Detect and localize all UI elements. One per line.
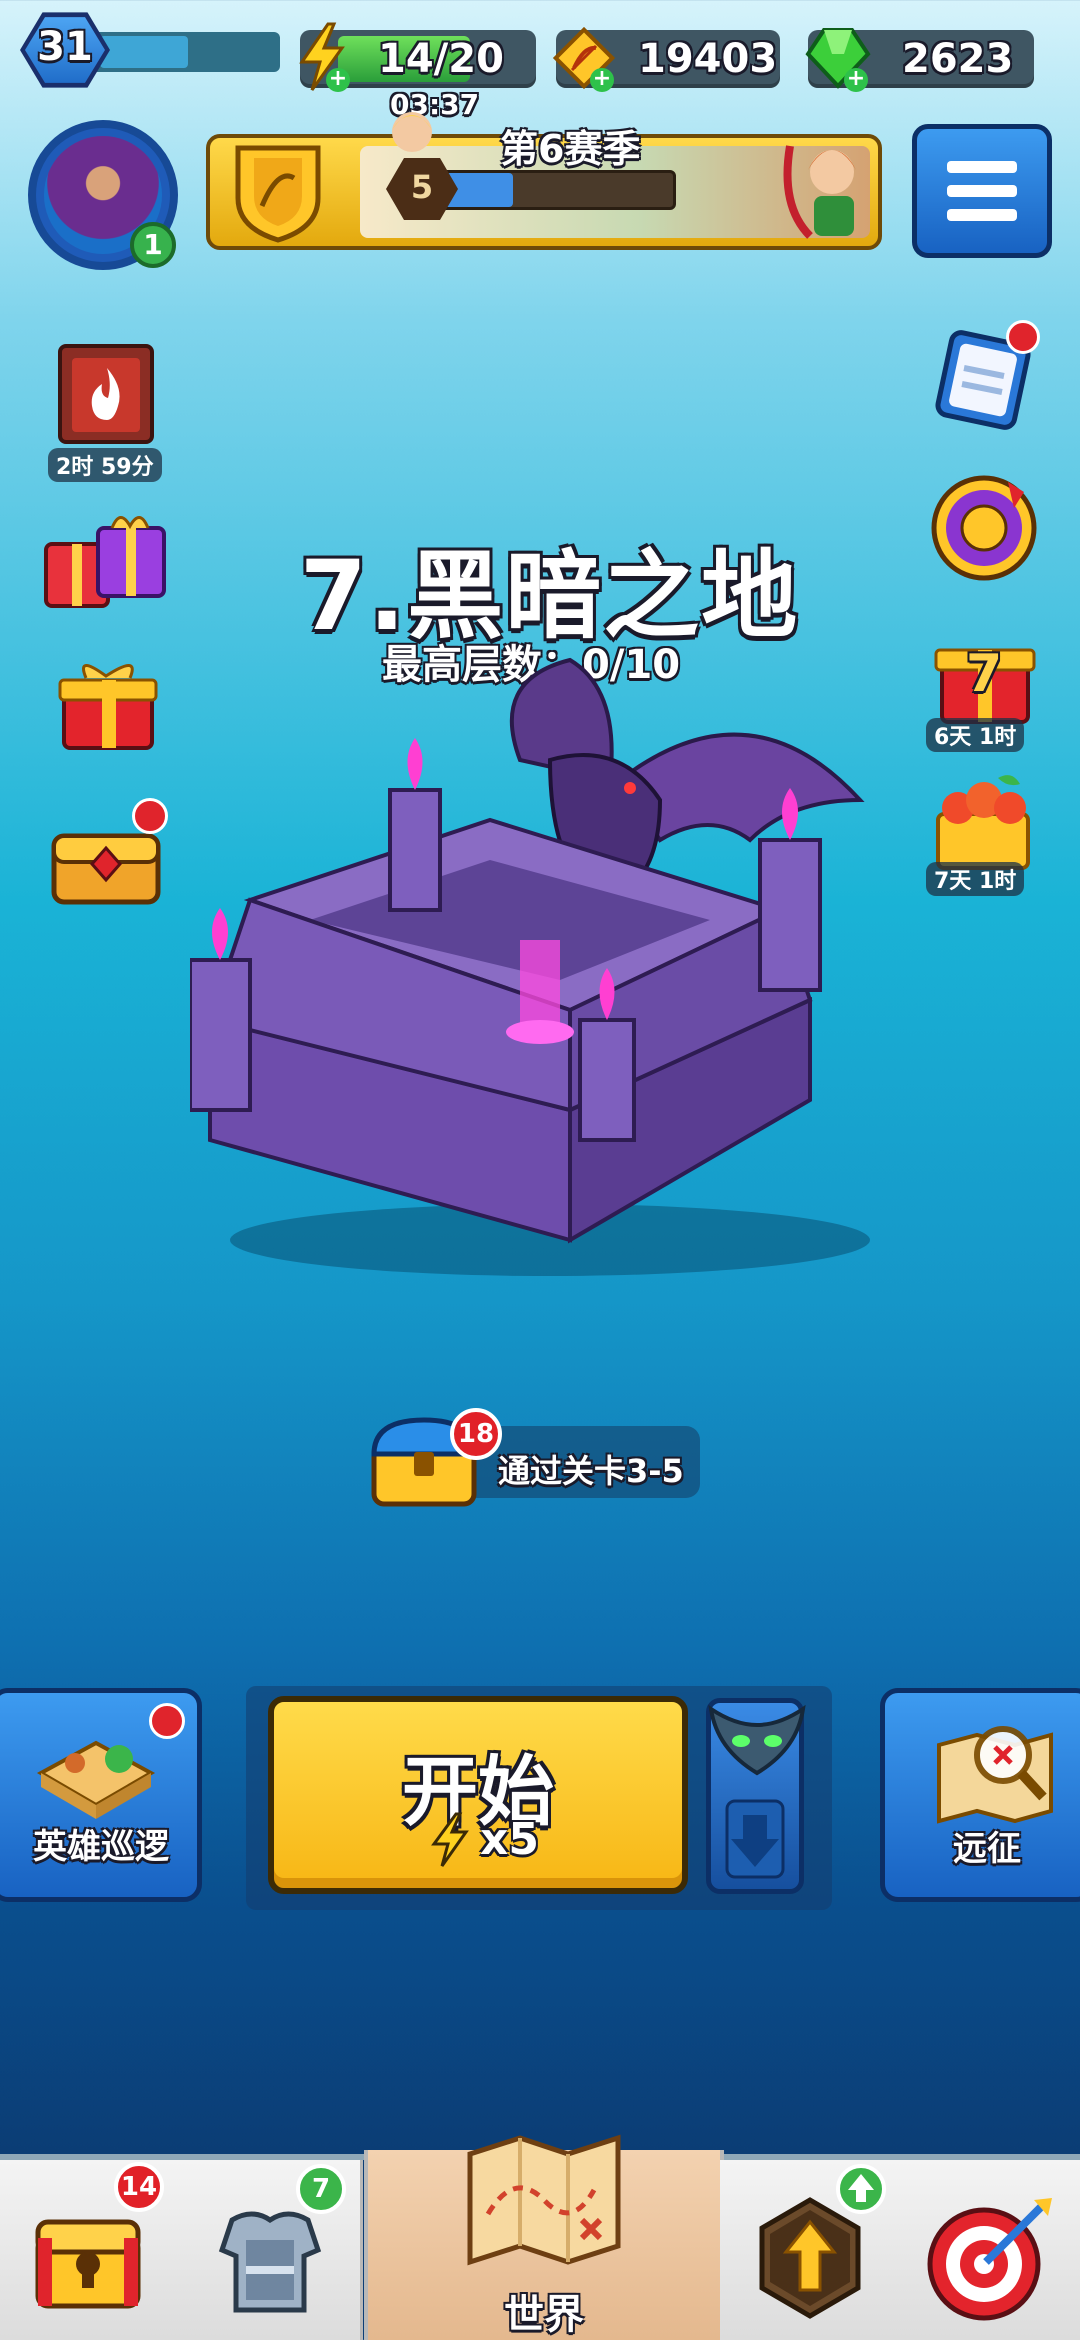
shop-badge: 14 bbox=[114, 2162, 164, 2212]
gold-add-icon[interactable]: + bbox=[590, 68, 614, 92]
tab-shop[interactable]: 14 bbox=[0, 2160, 183, 2340]
expedition-button[interactable]: 远征 bbox=[880, 1688, 1080, 1902]
player-level-badge[interactable]: 31 bbox=[20, 10, 280, 90]
reward-chest-badge: 18 bbox=[450, 1408, 502, 1460]
character-head-icon bbox=[382, 100, 442, 156]
tab-upgrade[interactable] bbox=[720, 2160, 903, 2340]
season-title: 第6赛季 bbox=[500, 127, 641, 171]
hero-patrol-notification-dot bbox=[149, 1703, 185, 1739]
locked-chest-icon bbox=[35, 2219, 141, 2309]
season-banner[interactable]: 5 第6赛季 bbox=[206, 112, 882, 250]
dark-castle-illustration[interactable] bbox=[188, 640, 950, 1280]
upgrade-available-badge bbox=[836, 2164, 886, 2214]
golden-gift-button[interactable] bbox=[56, 650, 160, 754]
expedition-label: 远征 bbox=[953, 1829, 1021, 1869]
season-rank: 5 bbox=[410, 168, 434, 206]
tab-equipment[interactable]: 7 bbox=[180, 2160, 363, 2340]
gold-value: 19403 bbox=[638, 36, 778, 82]
hero-patrol-button[interactable]: 英雄巡逻 bbox=[0, 1688, 202, 1902]
menu-button[interactable] bbox=[912, 124, 1052, 258]
upgrade-arrow-icon bbox=[759, 2197, 861, 2319]
quest-clipboard-button[interactable] bbox=[930, 320, 1042, 432]
arrow-down-icon bbox=[725, 1799, 785, 1879]
island-map-icon bbox=[36, 1740, 156, 1819]
stage-chest-reward[interactable]: 18 通过关卡3-5 bbox=[366, 1408, 700, 1514]
gems-add-icon[interactable]: + bbox=[844, 68, 868, 92]
gems-value: 2623 bbox=[902, 36, 1014, 82]
chest-notification-dot bbox=[132, 798, 168, 834]
hamburger-icon bbox=[947, 161, 1017, 221]
gems-resource[interactable]: + 2623 bbox=[805, 28, 1034, 92]
gift-pack-button[interactable] bbox=[42, 506, 172, 612]
world-tab-label: 世界 bbox=[504, 2292, 584, 2338]
gold-resource[interactable]: + 19403 bbox=[552, 26, 780, 92]
gift-number: 7 bbox=[966, 644, 1003, 704]
fire-book-button[interactable] bbox=[52, 344, 158, 452]
spin-wheel-icon bbox=[931, 475, 1037, 581]
start-button-label: 开始 bbox=[402, 1747, 554, 1836]
difficulty-selector-button[interactable] bbox=[706, 1698, 806, 1894]
golden-gift-icon bbox=[58, 664, 158, 750]
fire-book-icon bbox=[58, 344, 154, 444]
start-button[interactable]: 开始 x5 bbox=[268, 1696, 688, 1894]
player-level: 31 bbox=[37, 24, 93, 70]
start-energy-cost: x5 bbox=[480, 1814, 539, 1865]
avatar-notification-badge: 1 bbox=[130, 222, 176, 268]
reward-chest-label: 通过关卡3-5 bbox=[498, 1452, 684, 1490]
tab-target[interactable] bbox=[900, 2160, 1080, 2340]
treasure-map-icon bbox=[937, 1726, 1053, 1824]
archer-character-icon bbox=[770, 126, 880, 242]
lucky-wheel-button[interactable] bbox=[928, 472, 1040, 584]
fire-book-timer: 2时 59分 bbox=[48, 448, 162, 482]
avatar[interactable]: 1 bbox=[28, 120, 178, 270]
energy-resource[interactable]: 14/20 + bbox=[299, 22, 536, 92]
up-arrow-icon bbox=[848, 2174, 874, 2202]
world-map-icon bbox=[467, 2134, 621, 2266]
hero-patrol-label: 英雄巡逻 bbox=[33, 1827, 169, 1867]
energy-value: 14/20 bbox=[378, 36, 504, 82]
equipment-badge: 7 bbox=[296, 2164, 346, 2214]
tab-world[interactable]: 世界 bbox=[364, 2134, 724, 2340]
treasure-chest-side-button[interactable] bbox=[48, 798, 168, 910]
energy-add-icon[interactable]: + bbox=[326, 68, 350, 92]
target-arrow-icon bbox=[927, 2198, 1052, 2321]
armor-icon bbox=[218, 2211, 322, 2313]
season-shield-icon bbox=[218, 128, 338, 248]
energy-cost-icon bbox=[431, 1812, 469, 1867]
quest-notification-dot bbox=[1006, 320, 1040, 354]
xp-bar-fill bbox=[100, 36, 188, 68]
demon-mask-icon bbox=[708, 1704, 806, 1776]
gift-pack-icon bbox=[44, 516, 166, 608]
